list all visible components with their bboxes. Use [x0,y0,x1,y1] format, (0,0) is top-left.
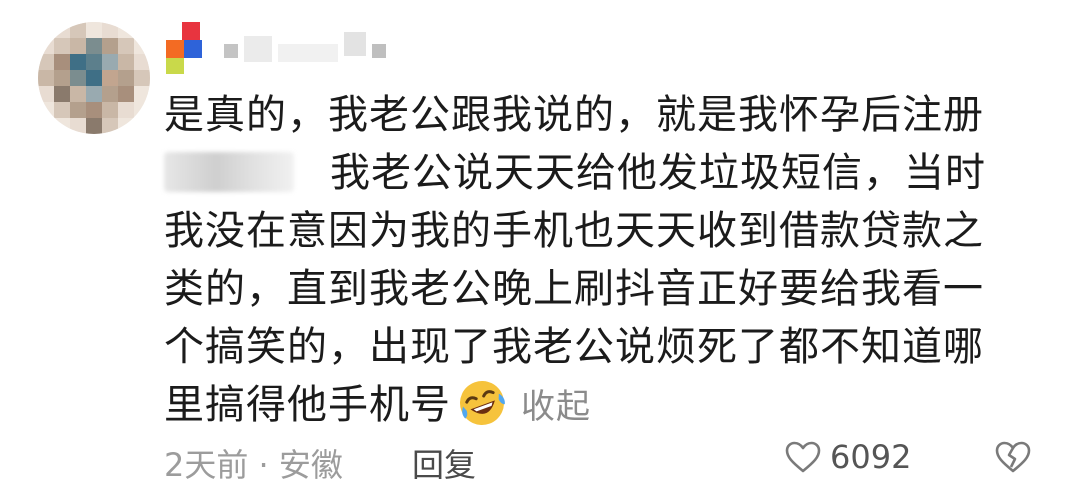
like-count: 6092 [830,438,912,476]
comment-time-location: 2天前 · 安徽 [164,446,343,484]
comment-line-6-text: 里搞得他手机号 [164,382,451,428]
heart-icon [785,441,821,473]
broken-heart-icon [995,441,1031,473]
comment-text: 是真的，我老公跟我说的，就是我怀孕后注册 我老公说天天给他发垃圾短信，当时 我没… [164,86,1024,434]
comment-footer: 2天前 · 安徽 回复 6092 [164,436,1044,486]
like-button[interactable]: 6092 [784,438,911,476]
commenter-username[interactable] [166,22,396,78]
collapse-button[interactable]: 收起 [521,387,591,427]
comment-line-1: 是真的，我老公跟我说的，就是我怀孕后注册 [164,92,984,138]
comment-line-2-text: 我老公说天天给他发垃圾短信，当时 [330,150,986,196]
comment-line-5: 个搞笑的，出现了我老公说烦死了都不知道哪 [164,324,984,370]
rolling-laughing-emoji-icon [460,381,505,425]
blurred-redaction [164,152,294,192]
comment-line-6: 里搞得他手机号 收起 [164,376,1024,434]
comment-line-2: 我老公说天天给他发垃圾短信，当时 [164,144,1024,202]
reply-button[interactable]: 回复 [412,440,476,486]
comment-line-4: 类的，直到我老公晚上刷抖音正好要给我看一 [164,266,984,312]
commenter-avatar[interactable] [38,22,150,134]
comment-line-3: 我没在意因为我的手机也天天收到借款贷款之 [164,208,984,254]
dislike-button[interactable] [994,440,1032,482]
